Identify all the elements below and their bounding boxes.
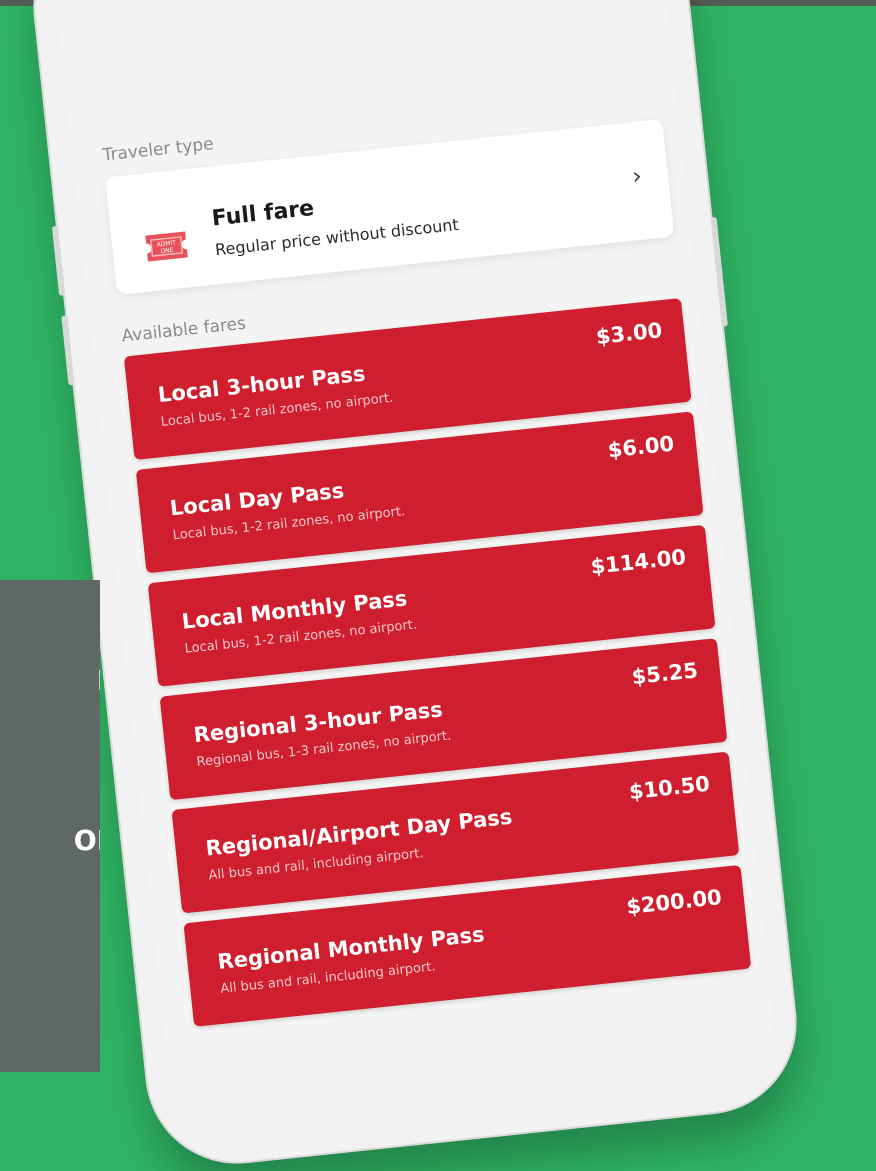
overlay-text-panel: n e on (0, 580, 100, 1072)
overlay-text: n e on (0, 580, 100, 878)
fare-price: $6.00 (606, 431, 676, 463)
ticket-icon-text: ONE (160, 247, 174, 255)
fare-price: $3.00 (594, 318, 664, 350)
traveler-type-title: Full fare (210, 195, 316, 232)
overlay-line: e (0, 718, 100, 798)
phone-mockup: Traveler type ADMIT ONE Full fare Regula… (26, 0, 804, 1171)
overlay-line: n (0, 638, 100, 718)
fare-price: $200.00 (625, 885, 723, 919)
chevron-right-icon[interactable]: › (631, 162, 643, 191)
fare-name: Regional Monthly Pass (216, 922, 486, 975)
phone-screen: Traveler type ADMIT ONE Full fare Regula… (50, 0, 780, 1147)
fare-price: $5.25 (630, 658, 700, 690)
fares-list: Local 3-hour Pass Local bus, 1-2 rail zo… (123, 298, 752, 1037)
overlay-line: on (73, 817, 100, 859)
fare-price: $10.50 (627, 771, 711, 805)
fare-price: $114.00 (589, 544, 688, 579)
ticket-icon: ADMIT ONE (145, 231, 188, 262)
